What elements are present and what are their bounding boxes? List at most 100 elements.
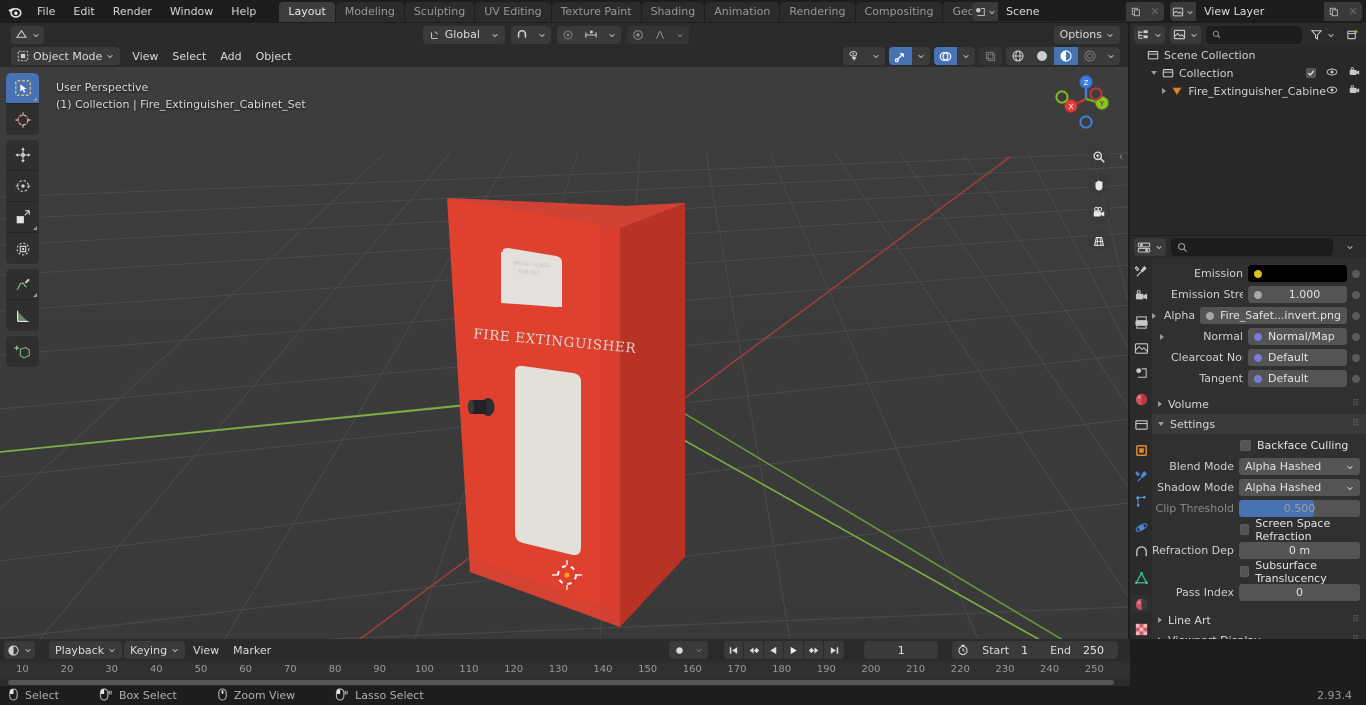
outliner-filter-button[interactable]	[1307, 26, 1338, 44]
workspace-tab-texture-paint[interactable]: Texture Paint	[551, 1, 641, 22]
menu-window[interactable]: Window	[161, 3, 222, 20]
refraction-depth-field[interactable]: 0 m	[1239, 542, 1360, 559]
solid-shading-icon[interactable]	[1030, 47, 1054, 65]
play-reverse-icon[interactable]	[764, 641, 785, 659]
scene-selector[interactable]: Scene ✕	[972, 2, 1164, 21]
proportional-projected-icon[interactable]	[579, 26, 603, 44]
screen-space-refraction-checkbox[interactable]	[1240, 524, 1250, 535]
rotate-tool-button[interactable]	[6, 171, 39, 202]
wireframe-shading-icon[interactable]	[1006, 47, 1030, 65]
remove-scene-button[interactable]: ✕	[1146, 2, 1164, 21]
shading-dropdown[interactable]	[1102, 47, 1120, 65]
view-layer-selector[interactable]: View Layer ✕	[1170, 2, 1362, 21]
disable-in-render-toggle[interactable]	[1348, 84, 1360, 98]
play-icon[interactable]	[784, 641, 805, 659]
outliner-search-field[interactable]	[1225, 28, 1296, 41]
drag-dots-icon[interactable]: ⠿	[1352, 399, 1360, 409]
timeline-menu-marker[interactable]: Marker	[227, 641, 277, 659]
animate-property-decorator[interactable]	[1352, 290, 1360, 299]
viewport-menu-view[interactable]: View	[126, 47, 164, 65]
screen-space-refraction-row[interactable]: Screen Space Refraction	[1152, 517, 1366, 543]
socket-dot-icon[interactable]	[1254, 269, 1262, 278]
cursor-tool-button[interactable]	[6, 104, 39, 135]
backface-culling-row[interactable]: Backface Culling	[1152, 436, 1366, 455]
section-volume[interactable]: Volume ⠿	[1152, 394, 1366, 414]
properties-tool-tab[interactable]	[1131, 262, 1151, 281]
properties-data-tab[interactable]	[1131, 569, 1151, 588]
timeline-editor-type-button[interactable]	[4, 641, 35, 659]
show-gizmo-icon[interactable]	[889, 47, 912, 65]
disable-in-render-toggle[interactable]	[1348, 66, 1360, 80]
timeline-menu-keying[interactable]: Keying	[124, 641, 186, 659]
options-dropdown[interactable]: Options	[1053, 25, 1121, 44]
drag-dots-icon[interactable]: ⠿	[1352, 419, 1360, 429]
workspace-tab-uv-editing[interactable]: UV Editing	[475, 1, 551, 22]
properties-particles-tab[interactable]	[1131, 492, 1151, 511]
timeline-menu-playback[interactable]: Playback	[49, 641, 123, 659]
record-icon[interactable]	[669, 641, 690, 659]
object-types-visibility-icon[interactable]	[843, 47, 867, 65]
properties-collection-tab[interactable]	[1131, 416, 1151, 435]
proportional-edit-controls[interactable]	[556, 25, 621, 44]
overlay-dropdown[interactable]	[957, 47, 975, 65]
properties-object-tab[interactable]	[1131, 441, 1151, 460]
animate-property-decorator[interactable]	[1352, 374, 1360, 383]
properties-world-tab[interactable]	[1131, 390, 1151, 409]
jump-to-end-icon[interactable]	[824, 641, 845, 659]
properties-editor-type-button[interactable]	[1134, 238, 1166, 256]
properties-view-layer-tab[interactable]	[1131, 339, 1151, 358]
material-preview-shading-icon[interactable]	[1054, 47, 1078, 65]
new-collection-button[interactable]	[1343, 26, 1362, 44]
workspace-tab-modeling[interactable]: Modeling	[335, 1, 404, 22]
animate-property-decorator[interactable]	[1352, 269, 1360, 278]
scene-name[interactable]: Scene	[998, 2, 1126, 21]
end-frame-value[interactable]: 250	[1079, 644, 1118, 657]
collection-enable-checkbox[interactable]	[1306, 68, 1316, 78]
timeline-ruler[interactable]: 10 20 30 40 50 60 70 80 90 100 110 120 130 140 150 160 1…	[0, 661, 1130, 679]
falloff-curve-icon[interactable]	[649, 26, 671, 44]
gizmo-controls[interactable]	[889, 47, 930, 65]
outliner-filter-id-button[interactable]	[1170, 25, 1201, 44]
section-viewport-display[interactable]: Viewport Display ⠿	[1152, 630, 1366, 639]
editor-type-button[interactable]	[11, 25, 44, 44]
normal-field[interactable]: Normal/Map	[1248, 328, 1347, 345]
menu-file[interactable]: File	[28, 3, 64, 20]
pivot-point-icon[interactable]	[627, 26, 649, 44]
outliner-row[interactable]: Fire_Extinguisher_Cabine	[1130, 82, 1366, 100]
clip-threshold-slider[interactable]: 0.500	[1239, 500, 1360, 517]
timeline-menu-view[interactable]: View	[187, 641, 225, 659]
transform-orientation-dropdown[interactable]: Global	[422, 25, 505, 44]
workspace-tab-shading[interactable]: Shading	[641, 1, 705, 22]
properties-render-tab[interactable]	[1131, 288, 1151, 307]
measure-tool-button[interactable]	[6, 300, 39, 331]
blender-logo-icon[interactable]	[0, 0, 28, 23]
properties-constraints-tab[interactable]	[1131, 544, 1151, 563]
socket-dot-icon[interactable]	[1206, 311, 1215, 320]
auto-keying-dropdown[interactable]	[690, 641, 708, 659]
new-scene-button[interactable]	[1126, 2, 1146, 21]
sync-clock-icon[interactable]	[952, 644, 974, 656]
snap-controls[interactable]	[510, 25, 551, 44]
scale-tool-button[interactable]	[6, 202, 39, 233]
outliner-search-input[interactable]	[1206, 25, 1302, 44]
expand-arrow-icon[interactable]	[1162, 88, 1167, 94]
properties-search-input[interactable]	[1171, 238, 1333, 256]
expand-arrow-icon[interactable]	[1160, 333, 1164, 340]
blend-mode-dropdown[interactable]: Alpha Hashed	[1239, 458, 1360, 475]
3d-viewport[interactable]: BREAK GLASS FOR KEY FIRE EXTINGUISHER Us…	[0, 67, 1128, 639]
shadow-mode-dropdown[interactable]: Alpha Hashed	[1239, 479, 1360, 496]
gizmo-dropdown[interactable]	[912, 47, 930, 65]
socket-dot-icon[interactable]	[1254, 353, 1262, 362]
timeline-horizontal-scrollbar[interactable]	[8, 680, 1114, 685]
scene-icon[interactable]	[972, 2, 998, 21]
pass-index-field[interactable]: 0	[1239, 584, 1360, 601]
remove-view-layer-button[interactable]: ✕	[1344, 2, 1362, 21]
falloff-dropdown[interactable]	[671, 26, 689, 44]
properties-options-dropdown[interactable]	[1338, 238, 1362, 256]
rendered-shading-icon[interactable]	[1078, 47, 1102, 65]
transform-tool-button[interactable]	[6, 233, 39, 264]
properties-physics-tab[interactable]	[1131, 518, 1151, 537]
drag-dots-icon[interactable]: ⠿	[1352, 615, 1360, 625]
hide-in-viewport-toggle[interactable]	[1326, 85, 1338, 98]
magnet-icon[interactable]	[511, 26, 533, 44]
